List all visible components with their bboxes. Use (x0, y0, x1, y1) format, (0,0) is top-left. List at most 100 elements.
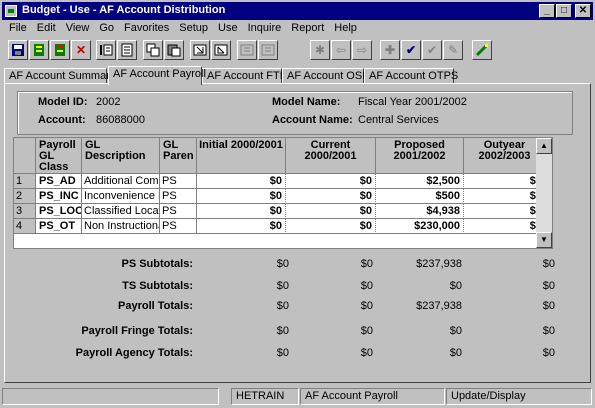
scroll-down-icon[interactable]: ▼ (536, 232, 552, 248)
table-row[interactable]: 2 PS_INC Inconvenience P PS $0 $0 $500 $… (14, 189, 546, 204)
initial-cell[interactable]: $0 (197, 204, 286, 219)
proposed-cell[interactable]: $2,500 (376, 174, 464, 189)
table-row[interactable]: 1 PS_AD Additional Compe PS $0 $0 $2,500… (14, 174, 546, 189)
table-row[interactable]: 4 PS_OT Non Instructional PS $0 $0 $230,… (14, 219, 546, 234)
copy-icon[interactable] (143, 40, 163, 60)
menu-help[interactable]: Help (329, 21, 362, 37)
tab-af-account-fte[interactable]: AF Account FTE (202, 68, 287, 84)
menu-view[interactable]: View (61, 21, 95, 37)
initial-cell[interactable]: $0 (197, 219, 286, 234)
check-icon[interactable]: ✔ (401, 40, 421, 60)
current-cell[interactable]: $0 (286, 204, 376, 219)
move-up-icon[interactable] (237, 40, 257, 60)
forward-icon[interactable]: ⇨ (352, 40, 372, 60)
ps-subtotals-label: PS Subtotals: (121, 258, 193, 270)
title-bar: Budget - Use - AF Account Distribution _… (2, 2, 593, 20)
col-outyear[interactable]: Outyear 2002/2003 (464, 138, 546, 174)
col-current[interactable]: Current 2000/2001 (286, 138, 376, 174)
menu-report[interactable]: Report (286, 21, 329, 37)
ts-subtotals-outyear: $0 (542, 280, 555, 292)
outyear-cell[interactable]: $0 (464, 189, 546, 204)
gl-parent-cell[interactable]: PS (160, 174, 197, 189)
col-payroll-gl-class[interactable]: Payroll GL Class (36, 138, 82, 174)
gl-class-cell[interactable]: PS_AD (36, 174, 82, 189)
gl-description-cell[interactable]: Non Instructional (82, 219, 160, 234)
col-proposed[interactable]: Proposed 2001/2002 (376, 138, 464, 174)
gl-parent-cell[interactable]: PS (160, 204, 197, 219)
initial-cell[interactable]: $0 (197, 174, 286, 189)
gl-parent-cell[interactable]: PS (160, 219, 197, 234)
row-number[interactable]: 4 (14, 219, 36, 234)
window-title: Budget - Use - AF Account Distribution (22, 4, 226, 16)
grid-vertical-scrollbar[interactable]: ▲ ▼ (536, 138, 552, 248)
select-icon[interactable] (190, 40, 210, 60)
proposed-cell[interactable]: $4,938 (376, 204, 464, 219)
menu-edit[interactable]: Edit (32, 21, 61, 37)
edit-icon[interactable]: ✎ (443, 40, 463, 60)
menu-go[interactable]: Go (94, 21, 119, 37)
menu-use[interactable]: Use (213, 21, 243, 37)
row-number[interactable]: 1 (14, 174, 36, 189)
col-gl-parent[interactable]: GL Paren (160, 138, 197, 174)
proposed-cell[interactable]: $230,000 (376, 219, 464, 234)
gl-class-cell[interactable]: PS_OT (36, 219, 82, 234)
ts-subtotals-proposed: $0 (449, 280, 462, 292)
status-bar: HETRAIN AF Account Payroll Update/Displa… (2, 388, 593, 406)
maximize-button[interactable]: □ (556, 4, 572, 18)
menu-inquire[interactable]: Inquire (243, 21, 287, 37)
select-alt-icon[interactable] (211, 40, 231, 60)
save-icon[interactable] (8, 40, 28, 60)
tab-af-account-ose[interactable]: AF Account OSE (282, 68, 370, 84)
approve-icon[interactable]: ✔ (422, 40, 442, 60)
status-mode: Update/Display (446, 388, 592, 405)
delete-icon[interactable]: ✕ (71, 40, 91, 60)
account-value: 86088000 (96, 114, 145, 126)
table-row[interactable]: 3 PS_LOC Classified Locatio PS $0 $0 $4,… (14, 204, 546, 219)
outyear-cell[interactable]: $0 (464, 219, 546, 234)
settings-icon[interactable]: ✱ (310, 40, 330, 60)
menu-setup[interactable]: Setup (174, 21, 213, 37)
open-budget-icon[interactable] (29, 40, 49, 60)
gl-class-cell[interactable]: PS_LOC (36, 204, 82, 219)
move-down-icon[interactable] (258, 40, 278, 60)
paste-icon[interactable] (164, 40, 184, 60)
gl-description-cell[interactable]: Classified Locatio (82, 204, 160, 219)
current-cell[interactable]: $0 (286, 219, 376, 234)
menu-file[interactable]: File (4, 21, 32, 37)
add-icon[interactable]: ✚ (380, 40, 400, 60)
payroll-grid: Payroll GL Class GL Description GL Paren… (13, 137, 553, 249)
close-button[interactable]: ✕ (575, 4, 591, 18)
first-record-icon[interactable] (96, 40, 116, 60)
brush-icon[interactable] (472, 40, 492, 60)
outyear-cell[interactable]: $0 (464, 204, 546, 219)
proposed-cell[interactable]: $500 (376, 189, 464, 204)
grid-header-row: Payroll GL Class GL Description GL Paren… (14, 138, 546, 174)
tab-af-account-summary[interactable]: AF Account Summary (4, 68, 115, 84)
gl-class-cell[interactable]: PS_INC (36, 189, 82, 204)
payroll-agency-totals-initial: $0 (276, 347, 289, 359)
open-budget-alt-icon[interactable] (50, 40, 70, 60)
gl-description-cell[interactable]: Additional Compe (82, 174, 160, 189)
report-icon[interactable] (117, 40, 137, 60)
row-number[interactable]: 3 (14, 204, 36, 219)
col-gl-description[interactable]: GL Description (82, 138, 160, 174)
tab-af-account-payroll[interactable]: AF Account Payroll (108, 66, 206, 85)
back-icon[interactable]: ⇦ (331, 40, 351, 60)
menu-favorites[interactable]: Favorites (119, 21, 174, 37)
ts-subtotals-label: TS Subtotals: (122, 280, 193, 292)
outyear-cell[interactable]: $0 (464, 174, 546, 189)
gl-description-cell[interactable]: Inconvenience P (82, 189, 160, 204)
model-name-value: Fiscal Year 2001/2002 (358, 96, 467, 108)
scroll-up-icon[interactable]: ▲ (536, 138, 552, 154)
initial-cell[interactable]: $0 (197, 189, 286, 204)
minimize-button[interactable]: _ (539, 4, 555, 18)
tab-af-account-otps[interactable]: AF Account OTPS (364, 68, 458, 84)
row-number[interactable]: 2 (14, 189, 36, 204)
current-cell[interactable]: $0 (286, 174, 376, 189)
ps-subtotals-current: $0 (360, 258, 373, 270)
col-initial[interactable]: Initial 2000/2001 (197, 138, 286, 174)
payroll-panel: Model ID: 2002 Account: 86088000 Model N… (4, 83, 591, 383)
gl-parent-cell[interactable]: PS (160, 189, 197, 204)
account-label: Account: (38, 114, 86, 126)
current-cell[interactable]: $0 (286, 189, 376, 204)
